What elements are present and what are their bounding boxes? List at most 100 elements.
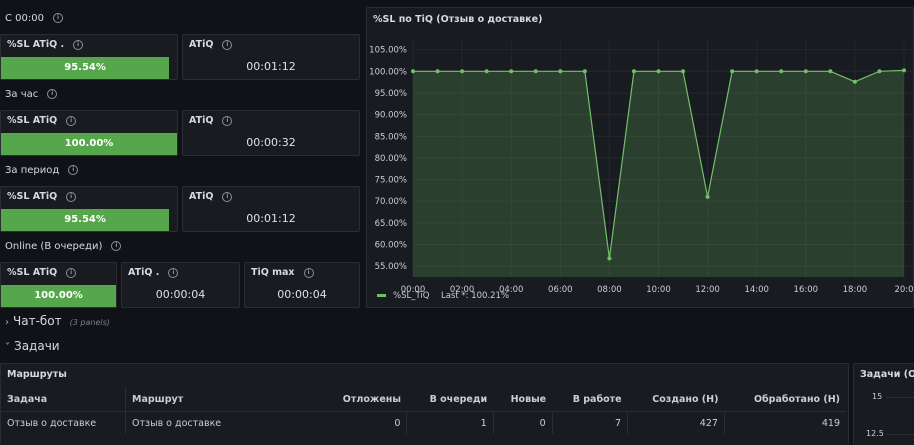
info-icon[interactable]: i	[73, 39, 84, 50]
sl-panel-period: %SL ATiQ i 95.54%	[0, 186, 178, 232]
column-header[interactable]: В очереди	[406, 387, 494, 412]
column-header[interactable]: Задача	[1, 387, 126, 412]
row-header-tasks[interactable]: ˅ Задачи	[5, 339, 60, 353]
data-point	[509, 69, 514, 74]
column-header[interactable]: Новые	[493, 387, 553, 412]
panel-title: Задачи (От	[860, 369, 914, 380]
sl-gauge: 95.54%	[1, 209, 170, 231]
legend-stat: Last *: 100.21%	[441, 291, 509, 301]
table-row[interactable]: Отзыв о доставке Отзыв о доставке 0 1 0 …	[1, 411, 846, 434]
row-meta: (3 panels)	[69, 318, 110, 327]
column-header[interactable]: В работе	[552, 387, 628, 412]
data-point	[656, 69, 661, 74]
x-tick-label: 20:0	[894, 285, 913, 295]
section-label-period: За период i	[5, 165, 79, 176]
y-tick-label: 85.00%	[375, 132, 407, 142]
panel-title: ATiQ i	[189, 191, 233, 202]
cell-postponed: 0	[394, 417, 401, 429]
x-tick-label: 12:00	[695, 285, 720, 295]
y-tick-label: 65.00%	[375, 219, 407, 229]
routes-table-wrapper: Задача Маршрут Отложены В очереди Новые …	[1, 387, 846, 434]
panel-title: ATiQ .i	[128, 267, 179, 278]
data-point	[460, 69, 465, 74]
atiq-value: 00:01:12	[246, 212, 296, 225]
x-tick-label: 18:00	[843, 285, 868, 295]
legend-label: %SL_TiQ	[393, 291, 430, 301]
y-tick-label: 80.00%	[375, 154, 407, 164]
chevron-down-icon: ˅	[5, 342, 10, 353]
column-header[interactable]: Маршрут	[125, 387, 320, 412]
routes-panel: Маршруты Задача Маршрут Отложены В очере…	[0, 363, 849, 445]
info-icon[interactable]: i	[66, 115, 77, 126]
panel-title: TiQ max i	[251, 267, 314, 278]
data-point	[803, 69, 808, 74]
tasks-chart-panel: Задачи (От 15 12.5	[853, 363, 914, 445]
data-point	[877, 69, 882, 74]
info-icon[interactable]: i	[111, 241, 122, 251]
cell-processed: 419	[723, 411, 846, 434]
data-point	[607, 256, 612, 261]
cell-task: Отзыв о доставке	[7, 417, 97, 429]
info-icon[interactable]: i	[303, 267, 314, 278]
info-icon[interactable]: i	[47, 89, 58, 99]
x-tick-label: 06:00	[548, 285, 573, 295]
sl-panel-online: %SL ATiQ i 100.00%	[0, 262, 117, 308]
cell-in-progress: 7	[551, 411, 628, 434]
row-header-chatbot[interactable]: › Чат-бот (3 panels)	[5, 314, 110, 328]
y-tick-label: 90.00%	[375, 111, 407, 121]
panel-title: ATiQ i	[189, 39, 233, 50]
x-tick-label: 16:00	[794, 285, 819, 295]
panel-title: Маршруты	[7, 369, 67, 380]
sl-gauge: 95.54%	[1, 57, 170, 79]
atiq-value: 00:01:12	[246, 60, 296, 73]
column-header[interactable]: Отложены	[320, 387, 407, 412]
gridline	[886, 397, 914, 398]
y-tick-label: 15	[872, 392, 883, 401]
section-label-since-midnight: С 00:00 i	[5, 13, 63, 24]
panel-title: %SL ATiQ i	[7, 267, 77, 278]
data-point	[558, 69, 563, 74]
tiq-max-panel-online: TiQ max i 00:00:04	[244, 262, 360, 308]
y-tick-label: 70.00%	[375, 197, 407, 207]
gridline	[886, 434, 914, 435]
data-point	[631, 69, 636, 74]
y-tick-label: 75.00%	[375, 176, 407, 186]
routes-table: Задача Маршрут Отложены В очереди Новые …	[1, 387, 846, 434]
line-chart: 55.00% 60.00% 65.00% 70.00% 75.00% 80.00% 85.0…	[369, 41, 914, 301]
info-icon[interactable]: i	[52, 13, 63, 23]
y-tick-label: 95.00%	[375, 89, 407, 99]
sl-panel-last-hour: %SL ATiQ i 100.00%	[0, 110, 178, 156]
table-header-row: Задача Маршрут Отложены В очереди Новые …	[1, 387, 846, 412]
atiq-panel-online: ATiQ .i 00:00:04	[121, 262, 240, 308]
sl-tiq-chart-panel: %SL по TiQ (Отзыв о доставке) 55.00% 60.0…	[366, 7, 914, 308]
cell-queued: 1	[406, 411, 494, 434]
info-icon[interactable]: i	[66, 267, 77, 278]
info-icon[interactable]: i	[68, 165, 79, 175]
info-icon[interactable]: i	[168, 267, 179, 278]
column-header[interactable]: Обработано (Н)	[724, 387, 846, 412]
x-tick-label: 10:00	[646, 285, 671, 295]
info-icon[interactable]: i	[222, 191, 233, 202]
panel-title: %SL ATiQ .i	[7, 39, 84, 50]
cell-created: 427	[627, 411, 725, 434]
data-point	[779, 69, 784, 74]
panel-title: ATiQ i	[189, 115, 233, 126]
data-point	[828, 69, 833, 74]
data-point	[902, 68, 906, 73]
atiq-panel-since-midnight: ATiQ i 00:01:12	[182, 34, 360, 80]
panel-title: %SL ATiQ i	[7, 115, 77, 126]
x-tick-label: 08:00	[597, 285, 622, 295]
series-area	[413, 70, 904, 277]
info-icon[interactable]: i	[222, 39, 233, 50]
info-icon[interactable]: i	[66, 191, 77, 202]
sl-panel-since-midnight: %SL ATiQ .i 95.54%	[0, 34, 178, 80]
x-tick-label: 14:00	[744, 285, 769, 295]
y-tick-label: 12.5	[866, 429, 884, 438]
data-point	[484, 69, 489, 74]
tiq-max-value: 00:00:04	[277, 288, 327, 301]
cell-route: Отзыв о доставке	[125, 411, 320, 434]
column-header[interactable]: Создано (Н)	[627, 387, 725, 412]
info-icon[interactable]: i	[222, 115, 233, 126]
section-label-last-hour: За час i	[5, 89, 58, 100]
sl-gauge: 100.00%	[1, 133, 177, 155]
